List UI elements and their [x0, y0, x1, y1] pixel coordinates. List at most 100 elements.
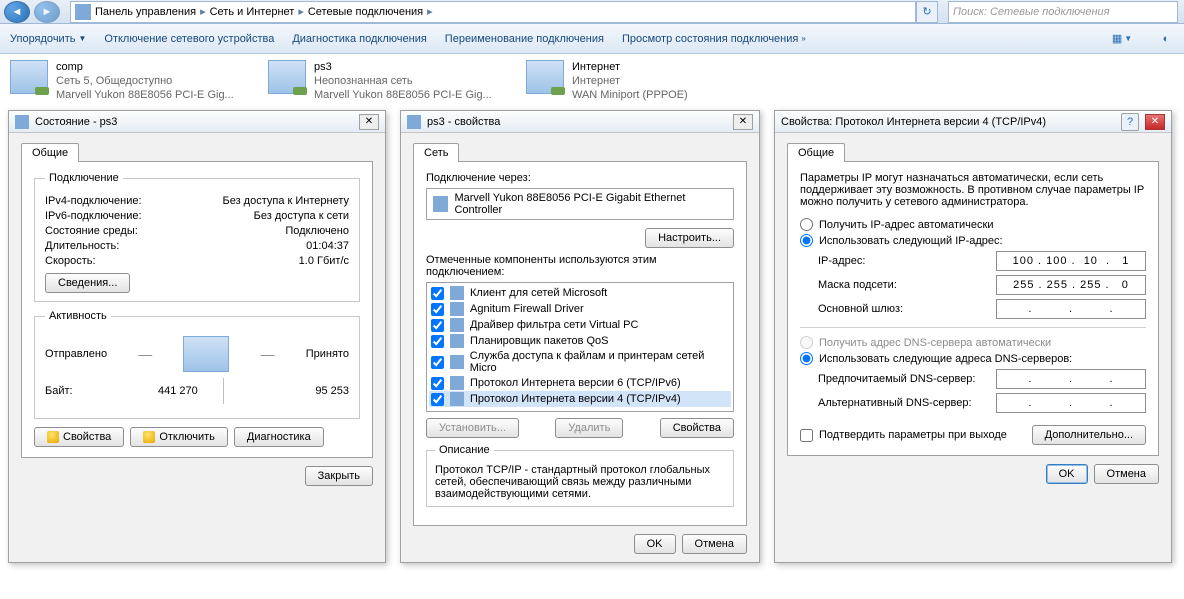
- network-adapter-icon: [10, 60, 48, 94]
- ok-button[interactable]: OK: [1046, 464, 1088, 484]
- component-checkbox[interactable]: [431, 393, 444, 406]
- conn-network: Сеть 5, Общедоступно: [56, 74, 234, 88]
- component-properties-button[interactable]: Свойства: [660, 418, 734, 438]
- radio-static-ip[interactable]: [800, 234, 813, 247]
- address-bar[interactable]: Панель управления▸ Сеть и Интернет▸ Сете…: [70, 1, 916, 23]
- component-checkbox[interactable]: [431, 287, 444, 300]
- conn-name: Интернет: [572, 60, 688, 74]
- received-label: Принято: [306, 348, 349, 360]
- ipv4-label: IPv4-подключение:: [45, 195, 142, 207]
- network-adapter-icon: [526, 60, 564, 94]
- radio-auto-ip[interactable]: [800, 218, 813, 231]
- breadcrumb-a[interactable]: Панель управления: [95, 6, 196, 18]
- subnet-mask-input[interactable]: [996, 275, 1146, 295]
- refresh-button[interactable]: ↻: [916, 1, 938, 23]
- list-item[interactable]: Agnitum Firewall Driver: [429, 301, 731, 317]
- search-input[interactable]: Поиск: Сетевые подключения: [948, 1, 1178, 23]
- disable-device-cmd[interactable]: Отключение сетевого устройства: [104, 33, 274, 45]
- component-checkbox[interactable]: [431, 356, 444, 369]
- rename-cmd[interactable]: Переименование подключения: [445, 33, 604, 45]
- gateway-input[interactable]: [996, 299, 1146, 319]
- configure-button[interactable]: Настроить...: [645, 228, 734, 248]
- conn-name: ps3: [314, 60, 492, 74]
- radio-auto-ip-label: Получить IP-адрес автоматически: [819, 219, 993, 231]
- help-button[interactable]: ◐: [1158, 31, 1174, 47]
- organize-menu[interactable]: Упорядочить▼: [10, 33, 86, 45]
- list-item[interactable]: Протокол Интернета версии 6 (TCP/IPv6): [429, 375, 731, 391]
- component-label: Планировщик пакетов QoS: [470, 335, 609, 347]
- back-button[interactable]: ◄: [4, 1, 30, 23]
- details-button[interactable]: Сведения...: [45, 273, 130, 293]
- ip-address-input[interactable]: [996, 251, 1146, 271]
- components-list[interactable]: Клиент для сетей Microsoft Agnitum Firew…: [426, 282, 734, 412]
- help-button[interactable]: ?: [1121, 113, 1139, 131]
- preferred-dns-input[interactable]: [996, 369, 1146, 389]
- component-checkbox[interactable]: [431, 303, 444, 316]
- tab-general[interactable]: Общие: [21, 143, 79, 162]
- connection-item-comp[interactable]: comp Сеть 5, Общедоступно Marvell Yukon …: [10, 60, 260, 102]
- dialog-title: Свойства: Протокол Интернета версии 4 (T…: [781, 116, 1115, 128]
- validate-on-exit-checkbox[interactable]: [800, 429, 813, 442]
- list-item[interactable]: Планировщик пакетов QoS: [429, 333, 731, 349]
- properties-button[interactable]: Свойства: [34, 427, 124, 447]
- advanced-button[interactable]: Дополнительно...: [1032, 425, 1146, 445]
- speed-label: Скорость:: [45, 255, 96, 267]
- component-icon: [450, 286, 464, 300]
- bytes-sent: 441 270: [98, 385, 198, 397]
- breadcrumb-c[interactable]: Сетевые подключения: [308, 6, 423, 18]
- close-button[interactable]: ✕: [1145, 114, 1165, 130]
- list-item[interactable]: Драйвер фильтра сети Virtual PC: [429, 317, 731, 333]
- radio-static-dns[interactable]: [800, 352, 813, 365]
- list-item[interactable]: Служба доступа к файлам и принтерам сете…: [429, 349, 731, 375]
- conn-name: comp: [56, 60, 234, 74]
- disconnect-button[interactable]: Отключить: [130, 427, 228, 447]
- list-item[interactable]: Клиент для сетей Microsoft: [429, 285, 731, 301]
- group-activity: Активность: [45, 310, 111, 322]
- close-button[interactable]: Закрыть: [305, 466, 373, 486]
- cancel-button[interactable]: Отмена: [1094, 464, 1159, 484]
- component-checkbox[interactable]: [431, 319, 444, 332]
- ipv6-value: Без доступа к сети: [254, 210, 349, 222]
- diagnose-button[interactable]: Диагностика: [234, 427, 324, 447]
- conn-device: Marvell Yukon 88E8056 PCI-E Gig...: [314, 88, 492, 102]
- subnet-mask-label: Маска подсети:: [818, 279, 897, 291]
- adapter-name: Marvell Yukon 88E8056 PCI-E Gigabit Ethe…: [454, 192, 727, 216]
- cancel-button[interactable]: Отмена: [682, 534, 747, 554]
- connection-item-ps3[interactable]: ps3 Неопознанная сеть Marvell Yukon 88E8…: [268, 60, 518, 102]
- component-icon: [450, 392, 464, 406]
- component-checkbox[interactable]: [431, 377, 444, 390]
- tab-network[interactable]: Сеть: [413, 143, 459, 162]
- view-status-cmd[interactable]: Просмотр состояния подключения»: [622, 33, 806, 45]
- alternate-dns-input[interactable]: [996, 393, 1146, 413]
- close-button[interactable]: ✕: [359, 114, 379, 130]
- preferred-dns-label: Предпочитаемый DNS-сервер:: [818, 373, 975, 385]
- shield-icon: [47, 431, 59, 443]
- view-options-button[interactable]: ▦▼: [1114, 31, 1130, 47]
- install-button[interactable]: Установить...: [426, 418, 519, 438]
- radio-auto-dns-label: Получить адрес DNS-сервера автоматически: [819, 337, 1051, 349]
- adapter-icon: [433, 196, 448, 212]
- chevron-down-icon: »: [801, 34, 805, 43]
- conn-device: Marvell Yukon 88E8056 PCI-E Gig...: [56, 88, 234, 102]
- connection-item-internet[interactable]: Интернет Интернет WAN Miniport (PPPOE): [526, 60, 776, 102]
- component-checkbox[interactable]: [431, 335, 444, 348]
- component-label: Клиент для сетей Microsoft: [470, 287, 607, 299]
- media-label: Состояние среды:: [45, 225, 138, 237]
- ok-button[interactable]: OK: [634, 534, 676, 554]
- tab-general[interactable]: Общие: [787, 143, 845, 162]
- diagnose-cmd[interactable]: Диагностика подключения: [292, 33, 426, 45]
- radio-auto-dns: [800, 336, 813, 349]
- breadcrumb-b[interactable]: Сеть и Интернет: [210, 6, 295, 18]
- component-icon: [450, 355, 464, 369]
- duration-value: 01:04:37: [306, 240, 349, 252]
- adapter-properties-dialog: ps3 - свойства ✕ Сеть Подключение через:…: [400, 110, 760, 563]
- ipv6-label: IPv6-подключение:: [45, 210, 142, 222]
- component-icon: [450, 376, 464, 390]
- chevron-right-icon: ▸: [298, 5, 304, 18]
- close-button[interactable]: ✕: [733, 114, 753, 130]
- uninstall-button[interactable]: Удалить: [555, 418, 623, 438]
- description-text: Протокол TCP/IP - стандартный протокол г…: [435, 464, 725, 500]
- list-item[interactable]: Протокол Интернета версии 4 (TCP/IPv4): [429, 391, 731, 407]
- ipv4-properties-dialog: Свойства: Протокол Интернета версии 4 (T…: [774, 110, 1172, 563]
- forward-button[interactable]: ►: [34, 1, 60, 23]
